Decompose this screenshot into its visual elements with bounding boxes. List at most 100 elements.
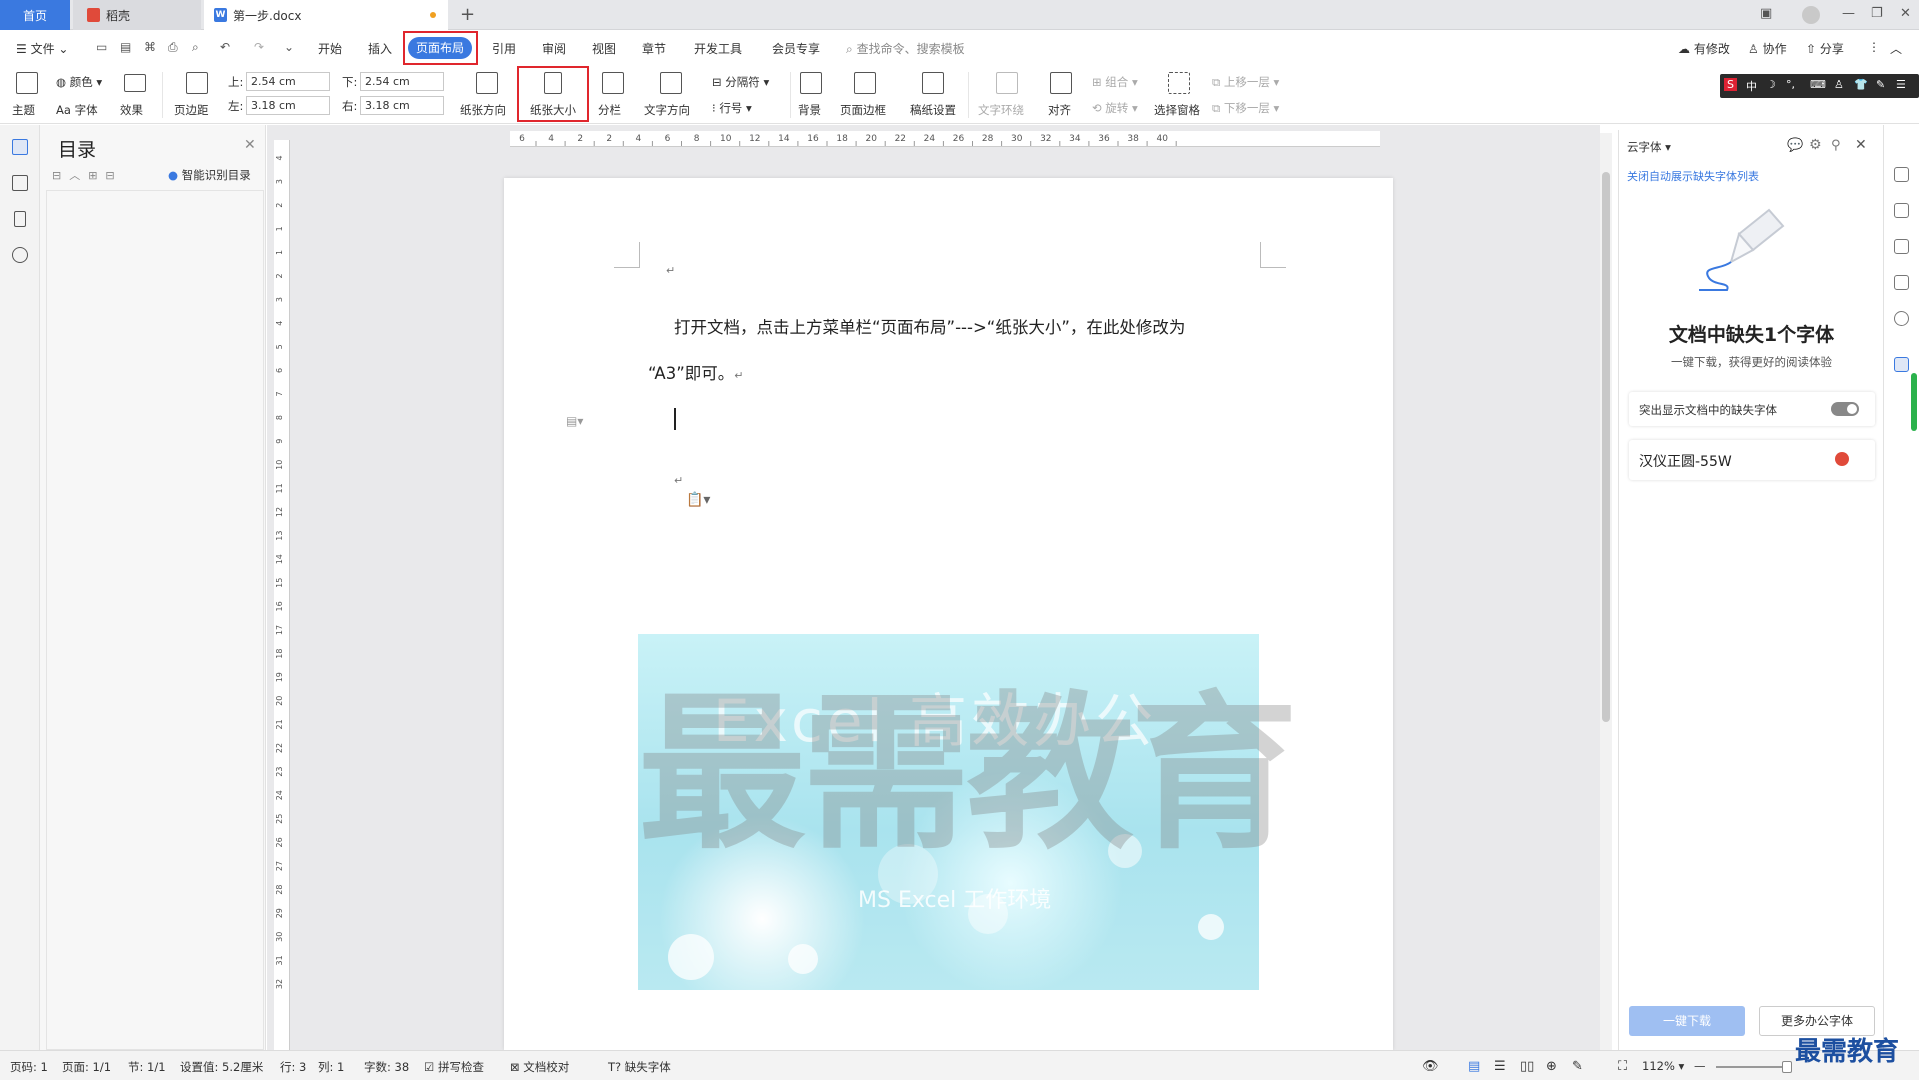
reading-view-icon[interactable]: ▯▯ <box>1520 1059 1534 1074</box>
paste-options-icon[interactable]: 📋▾ <box>686 492 710 508</box>
manuscript-icon[interactable] <box>922 72 944 94</box>
help-icon[interactable] <box>1894 311 1909 326</box>
align-icon[interactable] <box>1050 72 1072 94</box>
rocket-icon[interactable] <box>1894 167 1909 182</box>
eye-protection-icon[interactable]: 👁 <box>1422 1059 1439 1074</box>
write-view-icon[interactable]: ✎ <box>1572 1059 1583 1074</box>
line-number-button[interactable]: ⁝ 行号 ▾ <box>712 100 752 116</box>
paragraph-2[interactable]: “A3”即可。↵ <box>648 360 743 384</box>
smart-toc-button[interactable]: ● 智能识别目录 <box>168 167 251 183</box>
select-pane-button[interactable]: 选择窗格 <box>1154 102 1200 118</box>
background-icon[interactable] <box>800 72 822 94</box>
avatar[interactable] <box>1802 6 1820 24</box>
page-border-button[interactable]: 页面边框 <box>840 102 886 118</box>
bookmark-icon[interactable] <box>14 211 26 227</box>
separator-button[interactable]: ⊟ 分隔符 ▾ <box>712 74 769 90</box>
page-border-icon[interactable] <box>854 72 876 94</box>
manuscript-button[interactable]: 稿纸设置 <box>910 102 956 118</box>
command-search[interactable]: ⌕ 查找命令、搜索模板 <box>846 40 965 57</box>
close-icon[interactable]: ✕ <box>1855 137 1867 153</box>
save-icon[interactable]: ▤ <box>120 40 131 54</box>
columns-button[interactable]: 分栏 <box>598 102 621 118</box>
theme-button[interactable]: 主题 <box>12 102 35 118</box>
close-window-icon[interactable]: ✕ <box>1900 6 1911 21</box>
font-theme-button[interactable]: Aa 字体 <box>56 102 98 118</box>
text-direction-button[interactable]: 文字方向 <box>644 102 690 118</box>
left-margin-input[interactable]: 3.18 cm <box>246 96 330 115</box>
group-button[interactable]: ⊞ 组合 ▾ <box>1092 74 1138 90</box>
status-page[interactable]: 页码: 1 <box>10 1059 48 1075</box>
status-words[interactable]: 字数: 38 <box>364 1059 409 1075</box>
text-wrap-icon[interactable] <box>996 72 1018 94</box>
close-icon[interactable]: ✕ <box>244 137 256 153</box>
tab-docer[interactable]: 稻壳 <box>73 0 201 30</box>
horizontal-ruler[interactable]: 6 4 2 2 4 6 8 10 12 14 16 18 20 22 24 26 28 30 32 34 36 38 40 <box>510 131 1380 147</box>
fit-width-icon[interactable]: ⛶ <box>1618 1059 1627 1074</box>
scrollbar-thumb[interactable] <box>1602 172 1610 722</box>
top-margin-input[interactable]: 2.54 cm <box>246 72 330 91</box>
collapse-ribbon-icon[interactable]: ︿ <box>1890 40 1902 57</box>
zoom-out-icon[interactable]: — <box>1694 1059 1706 1073</box>
outline-icon[interactable] <box>12 139 28 155</box>
status-section[interactable]: 节: 1/1 <box>128 1059 166 1075</box>
download-all-button[interactable]: 一键下载 <box>1629 1006 1745 1036</box>
background-button[interactable]: 背景 <box>798 102 821 118</box>
tab-home[interactable]: 首页 <box>0 0 70 30</box>
panel-header[interactable]: 云字体 ▾ <box>1627 139 1671 155</box>
menu-start[interactable]: 开始 <box>318 40 342 57</box>
menu-reference[interactable]: 引用 <box>492 40 516 57</box>
zoom-slider-track[interactable] <box>1716 1066 1792 1068</box>
move-up-button[interactable]: ⧉ 上移一层 ▾ <box>1212 74 1279 90</box>
file-menu[interactable]: ☰ 文件 ⌄ <box>16 40 68 57</box>
orientation-button[interactable]: 纸张方向 <box>460 102 506 118</box>
menu-insert[interactable]: 插入 <box>368 40 392 57</box>
pin-icon[interactable]: ⚲ <box>1831 138 1841 153</box>
outline-view-icon[interactable]: ☰ <box>1494 1059 1506 1074</box>
zoom-level[interactable]: 112% ▾ <box>1642 1059 1684 1073</box>
print-icon[interactable]: ⎙ <box>168 40 178 55</box>
settings-icon[interactable]: ⚙ <box>1809 137 1822 153</box>
print-preview-icon[interactable]: ⌕ <box>192 40 199 55</box>
toc-list[interactable] <box>46 190 264 1050</box>
theme-icon[interactable] <box>16 72 38 94</box>
status-setting[interactable]: 设置值: 5.2厘米 <box>180 1059 263 1075</box>
effect-icon[interactable] <box>124 74 146 92</box>
rotate-button[interactable]: ⟲ 旋转 ▾ <box>1092 100 1138 116</box>
ime-toolbar[interactable]: S 中 ☽ °, ⌨ ♙ 👕 ✎ ☰ <box>1720 74 1919 98</box>
collab-button[interactable]: ♙ 协作 <box>1748 40 1787 57</box>
bottom-margin-input[interactable]: 2.54 cm <box>360 72 444 91</box>
page-view-icon[interactable]: ▤ <box>1468 1059 1480 1074</box>
margin-icon[interactable] <box>186 72 208 94</box>
move-down-button[interactable]: ⧉ 下移一层 ▾ <box>1212 100 1279 116</box>
restore-icon[interactable]: ❐ <box>1871 6 1883 21</box>
layout-icon[interactable]: ▣ <box>1760 6 1772 21</box>
cursor-icon[interactable] <box>1894 239 1909 254</box>
quick-access-more-icon[interactable]: ⌄ <box>284 40 294 54</box>
web-view-icon[interactable]: ⊕ <box>1546 1059 1557 1074</box>
vertical-ruler[interactable]: 4 3 2 1 1 2 3 4 5 6 7 8 9 10 11 12 13 14 15 16 17 18 19 20 21 22 2… <box>274 140 290 1050</box>
undo-icon[interactable]: ↶ <box>220 40 230 54</box>
tab-document[interactable]: W 第一步.docx <box>204 0 448 30</box>
new-tab-button[interactable]: + <box>460 4 475 25</box>
spell-check-button[interactable]: ☑ 拼写检查 <box>424 1059 484 1075</box>
new-doc-icon[interactable]: ▭ <box>96 40 107 54</box>
feedback-icon[interactable]: 💬 <box>1787 138 1803 153</box>
zoom-slider-thumb[interactable] <box>1782 1061 1792 1073</box>
disable-auto-show-link[interactable]: 关闭自动展示缺失字体列表 <box>1627 168 1759 184</box>
pen-icon[interactable] <box>1894 203 1909 218</box>
missing-font-status[interactable]: T? 缺失字体 <box>608 1059 671 1075</box>
align-button[interactable]: 对齐 <box>1048 102 1071 118</box>
minimize-icon[interactable]: — <box>1842 6 1855 21</box>
columns-icon[interactable] <box>602 72 624 94</box>
chapter-nav-icon[interactable] <box>12 175 28 191</box>
text-direction-icon[interactable] <box>660 72 682 94</box>
effect-button[interactable]: 效果 <box>120 102 143 118</box>
proofread-button[interactable]: ⊠ 文档校对 <box>510 1059 569 1075</box>
right-margin-input[interactable]: 3.18 cm <box>360 96 444 115</box>
color-button[interactable]: ◍ 颜色 ▾ <box>56 74 102 90</box>
redo-icon[interactable]: ↷ <box>254 40 264 54</box>
menu-member[interactable]: 会员专享 <box>772 40 820 57</box>
toc-level-controls[interactable]: ⊟︿⊞⊟ <box>52 167 123 183</box>
more-icon[interactable]: ⋮ <box>1868 40 1880 54</box>
menu-view[interactable]: 视图 <box>592 40 616 57</box>
